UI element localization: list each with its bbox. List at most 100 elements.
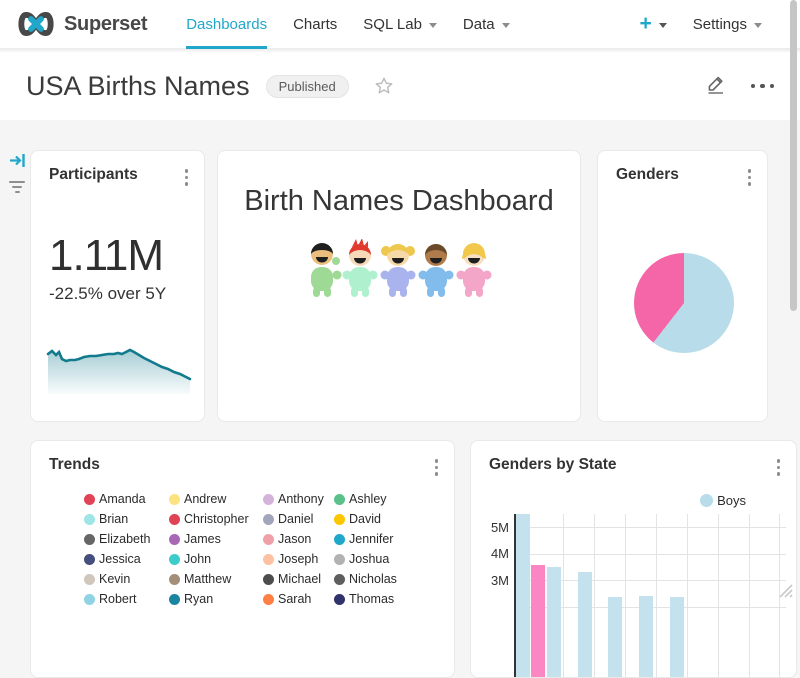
legend-label: Joseph — [278, 552, 318, 566]
scrollbar[interactable] — [790, 0, 797, 311]
legend-label: Elizabeth — [99, 532, 150, 546]
v-gridline — [563, 514, 564, 678]
bar-girls — [531, 565, 545, 678]
legend-label: Jason — [278, 532, 311, 546]
legend-dot-icon — [334, 534, 345, 545]
legend-dot-icon — [169, 594, 180, 605]
nav-sql-lab[interactable]: SQL Lab — [363, 0, 437, 49]
top-navbar: Superset Dashboards Charts SQL Lab Data … — [0, 0, 800, 50]
v-gridline — [687, 514, 688, 678]
y-axis-line — [514, 514, 516, 677]
resize-handle[interactable] — [777, 582, 793, 598]
nav-charts[interactable]: Charts — [293, 0, 337, 49]
trends-legend: Amanda Andrew Anthony Ashley Brian Christophe… — [84, 489, 397, 609]
legend-item[interactable]: Robert — [84, 589, 169, 609]
legend-item[interactable]: Andrew — [169, 489, 263, 509]
legend-item[interactable]: Brian — [84, 509, 169, 529]
legend-item[interactable]: John — [169, 549, 263, 569]
legend-dot-icon — [334, 594, 345, 605]
legend-dot-icon — [169, 514, 180, 525]
legend-label: David — [349, 512, 381, 526]
h-gridline — [514, 554, 786, 555]
legend-dot-icon — [334, 494, 345, 505]
bar-boys — [639, 596, 653, 678]
genders-card: Genders — [597, 150, 768, 422]
legend-label: Amanda — [99, 492, 146, 506]
kebab-menu-icon[interactable] — [745, 166, 755, 189]
bar-boys — [516, 514, 530, 678]
legend-label: Jessica — [99, 552, 141, 566]
legend-item[interactable]: Michael — [263, 569, 334, 589]
bar-chart-plot — [471, 441, 796, 677]
participants-sparkline — [46, 346, 192, 394]
legend-item[interactable]: Sarah — [263, 589, 334, 609]
legend-label: Brian — [99, 512, 128, 526]
edit-pencil-icon[interactable] — [705, 73, 727, 100]
legend-item[interactable]: Kevin — [84, 569, 169, 589]
legend-dot-icon — [334, 574, 345, 585]
legend-dot-icon — [263, 574, 274, 585]
trends-card: Trends AmandaAndrewAnthonyAshleyBrianChr… — [30, 440, 455, 678]
chevron-down-icon — [754, 23, 762, 28]
v-gridline — [656, 514, 657, 678]
markdown-card: Birth Names Dashboard — [217, 150, 581, 422]
legend-label: Ashley — [349, 492, 387, 506]
bar-boys — [578, 572, 592, 678]
legend-item[interactable]: Amanda — [84, 489, 169, 509]
legend-item[interactable]: Daniel — [263, 509, 334, 529]
legend-dot-icon — [169, 534, 180, 545]
legend-dot-icon — [84, 534, 95, 545]
legend-item[interactable]: Elizabeth — [84, 529, 169, 549]
legend-label: John — [184, 552, 211, 566]
legend-item[interactable]: Anthony — [263, 489, 334, 509]
legend-dot-icon — [263, 534, 274, 545]
favorite-star-icon[interactable] — [373, 75, 395, 97]
genders-by-state-card: Genders by State Boys 5M 4M 3M — [470, 440, 797, 678]
superset-logo[interactable]: Superset — [16, 11, 147, 37]
nav-data[interactable]: Data — [463, 0, 510, 49]
legend-item[interactable]: Nicholas — [334, 569, 397, 589]
filter-list-icon[interactable] — [8, 181, 26, 193]
legend-label: Anthony — [278, 492, 324, 506]
v-gridline — [625, 514, 626, 678]
legend-dot-icon — [169, 574, 180, 585]
legend-item[interactable]: Ryan — [169, 589, 263, 609]
expand-filter-bar-icon[interactable] — [9, 152, 27, 174]
brand-name: Superset — [64, 13, 147, 36]
legend-dot-icon — [84, 574, 95, 585]
kebab-menu-icon[interactable] — [182, 166, 192, 189]
v-gridline — [749, 514, 750, 678]
new-item-button[interactable]: + — [640, 12, 667, 36]
chevron-down-icon — [502, 23, 510, 28]
settings-menu[interactable]: Settings — [693, 16, 762, 33]
legend-label: Sarah — [278, 592, 311, 606]
v-gridline — [718, 514, 719, 678]
legend-label: Thomas — [349, 592, 394, 606]
legend-item[interactable]: Thomas — [334, 589, 397, 609]
legend-item[interactable]: Joshua — [334, 549, 397, 569]
chevron-down-icon — [659, 23, 667, 28]
legend-item[interactable]: Jason — [263, 529, 334, 549]
legend-item[interactable]: Jessica — [84, 549, 169, 569]
legend-label: Joshua — [349, 552, 389, 566]
h-gridline — [514, 527, 786, 528]
plus-icon: + — [640, 12, 652, 36]
legend-label: Robert — [99, 592, 137, 606]
status-badge[interactable]: Published — [266, 75, 349, 98]
legend-item[interactable]: Joseph — [263, 549, 334, 569]
legend-item[interactable]: Christopher — [169, 509, 263, 529]
legend-item[interactable]: David — [334, 509, 397, 529]
legend-label: Christopher — [184, 512, 249, 526]
legend-item[interactable]: James — [169, 529, 263, 549]
nav-dashboards[interactable]: Dashboards — [186, 0, 267, 49]
legend-dot-icon — [84, 594, 95, 605]
big-number-trend: -22.5% over 5Y — [49, 284, 166, 304]
kebab-menu-icon[interactable] — [432, 456, 442, 479]
participants-card: Participants 1.11M -22.5% over 5Y — [30, 150, 205, 422]
legend-item[interactable]: Matthew — [169, 569, 263, 589]
legend-label: Daniel — [278, 512, 313, 526]
more-actions-icon[interactable] — [751, 84, 775, 89]
legend-item[interactable]: Jennifer — [334, 529, 397, 549]
legend-item[interactable]: Ashley — [334, 489, 397, 509]
legend-label: Andrew — [184, 492, 226, 506]
